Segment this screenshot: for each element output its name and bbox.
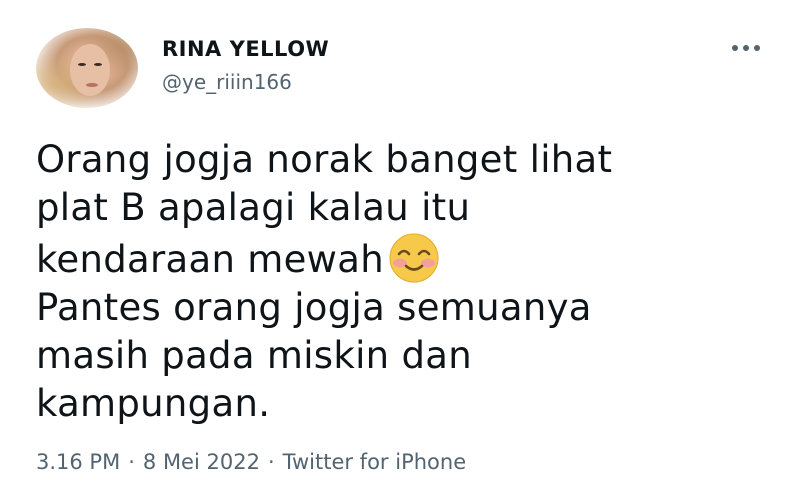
tweet-line: masih pada miskin dan <box>36 334 472 377</box>
more-dot-icon <box>743 45 749 51</box>
more-options-button[interactable] <box>724 38 768 58</box>
tweet-time[interactable]: 3.16 PM <box>36 450 120 474</box>
meta-separator: · <box>128 450 135 474</box>
tweet-line-text: kendaraan mewah <box>36 238 384 281</box>
tweet-text: Orang jogja norak banget lihat plat B ap… <box>36 136 766 428</box>
meta-separator: · <box>267 450 275 474</box>
more-dot-icon <box>754 45 760 51</box>
tweet-date[interactable]: 8 Mei 2022 <box>143 450 260 474</box>
avatar-eye-left <box>78 63 86 66</box>
tweet-line: kampungan. <box>36 382 271 425</box>
tweet-card: RINA YELLOW @ye_riiin166 Orang jogja nor… <box>0 0 800 500</box>
tweet-line: Orang jogja norak banget lihat <box>36 138 613 181</box>
more-dot-icon <box>732 45 738 51</box>
user-handle[interactable]: @ye_riiin166 <box>162 70 292 94</box>
avatar[interactable] <box>36 28 138 108</box>
tweet-source-link[interactable]: Twitter for iPhone <box>283 450 467 474</box>
avatar-eye-right <box>94 63 102 66</box>
display-name[interactable]: RINA YELLOW <box>162 37 329 61</box>
tweet-metadata: 3.16 PM · 8 Mei 2022 · Twitter for iPhone <box>36 450 466 474</box>
avatar-lips <box>86 83 98 87</box>
tweet-line: plat B apalagi kalau itu <box>36 186 471 229</box>
tweet-line: Pantes orang jogja semuanya <box>36 286 592 329</box>
avatar-face <box>70 44 110 96</box>
tweet-line-with-emoji: kendaraan mewah <box>36 232 766 284</box>
smiling-face-emoji-icon <box>386 232 442 284</box>
